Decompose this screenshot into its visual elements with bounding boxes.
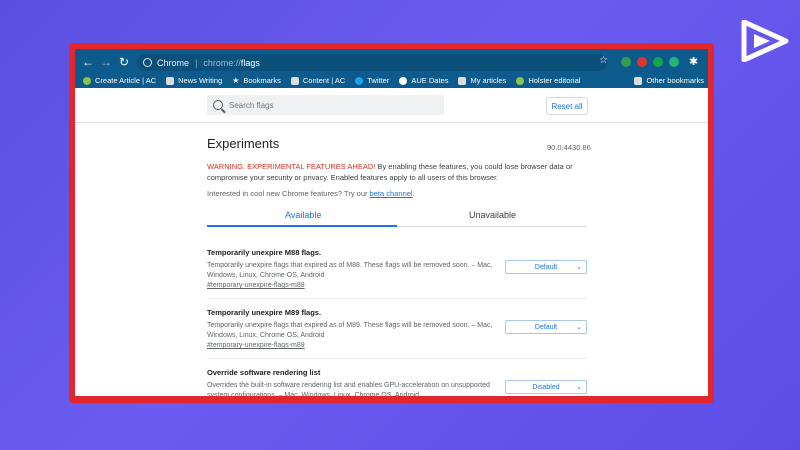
flag-state-value: Default [534,263,558,271]
bookmark-aue-dates[interactable]: AUE Dates [399,76,448,85]
omnibox-separator: | [195,57,198,68]
twitter-icon [355,76,364,85]
bookmark-news-writing[interactable]: News Writing [166,76,222,85]
reload-icon[interactable]: ↻ [117,55,131,69]
flag-state-value: Default [534,323,558,331]
flag-item: Temporarily unexpire M88 flags. Temporar… [207,248,587,289]
bookmark-holster-editorial[interactable]: Holster editorial [516,76,580,85]
interest-label: Interested in cool new Chrome features? … [207,189,370,198]
bookmark-content-ac[interactable]: Content | AC [290,76,346,85]
chrome-icon [399,76,408,85]
tab-available[interactable]: Available [285,210,321,220]
flag-anchor-link[interactable]: #temporary-unexpire-flags-m88 [207,282,587,289]
flag-title: Temporarily unexpire M89 flags. [207,308,322,317]
chevron-down-icon: ⌄ [576,264,582,271]
extensions-puzzle-icon[interactable]: ✱ [689,55,698,68]
url-path: flags [240,57,260,68]
flag-item: Override software rendering list Overrid… [207,368,587,396]
address-bar[interactable]: Chrome | chrome://flags [137,54,607,71]
search-input[interactable] [229,100,429,110]
page-title: Experiments [207,136,280,151]
extension-red-icon[interactable] [637,57,647,67]
bookmark-label: Holster editorial [528,76,581,85]
chevron-down-icon: ⌄ [576,324,582,331]
bookmark-my-articles[interactable]: My articles [458,76,506,85]
folder-icon [458,76,467,85]
extension-circle-icon[interactable] [653,57,663,67]
folder-icon [634,76,643,85]
flag-description: Temporarily unexpire flags that expired … [207,322,493,339]
menu-kebab-icon[interactable]: ⋮ [707,54,708,67]
bookmark-bookmarks[interactable]: ★ Bookmarks [232,76,281,85]
search-icon [213,100,223,110]
flag-state-select[interactable]: Default ⌄ [505,320,587,334]
site-name: Chrome [157,57,190,68]
interest-text: Interested in cool new Chrome features? … [207,189,415,198]
chrome-site-icon [143,58,152,67]
bookmark-label: Twitter [367,76,390,85]
flag-item: Temporarily unexpire M89 flags. Temporar… [207,308,587,349]
interest-end: . [412,189,415,198]
header-divider [75,122,708,123]
bookmark-star-icon[interactable]: ☆ [599,55,608,66]
bookmark-label: News Writing [178,76,223,85]
flag-description: Overrides the built-in software renderin… [207,382,490,396]
flag-anchor-link[interactable]: #temporary-unexpire-flags-m89 [207,342,587,349]
android-icon [516,76,525,85]
folder-icon [166,76,175,85]
bookmark-label: My articles [470,76,507,85]
bookmark-label: Create Article | AC [95,76,157,85]
warning-text: WARNING: EXPERIMENTAL FEATURES AHEAD! By… [207,161,587,183]
flags-page: Reset all Experiments 90.0.4430.86 WARNI… [75,88,708,396]
back-icon[interactable]: ← [81,55,95,69]
url-scheme: chrome:// [203,57,241,68]
tab-unavailable[interactable]: Unavailable [469,210,516,220]
version-label: 90.0.4430.86 [547,143,591,152]
other-bookmarks-label: Other bookmarks [646,76,704,85]
bookmark-label: Content | AC [302,76,346,85]
search-box[interactable] [207,95,444,115]
flag-description: Temporarily unexpire flags that expired … [207,262,493,279]
flag-state-select[interactable]: Disabled ⌄ [505,380,587,394]
flag-title: Temporarily unexpire M88 flags. [207,248,322,257]
extension-green-icon[interactable] [621,57,631,67]
brand-logo-icon [741,20,789,62]
chevron-down-icon: ⌄ [576,384,582,391]
bookmark-twitter[interactable]: Twitter [355,76,389,85]
flag-title: Override software rendering list [207,368,321,377]
android-icon [83,76,91,85]
active-tab-indicator [207,225,397,227]
browser-toolbar: ← → ↻ Chrome | chrome://flags ☆ ✱ ⋮ Crea… [75,49,708,88]
star-icon: ★ [232,76,240,85]
highlight-frame: ← → ↻ Chrome | chrome://flags ☆ ✱ ⋮ Crea… [69,43,714,403]
browser-window: ← → ↻ Chrome | chrome://flags ☆ ✱ ⋮ Crea… [75,49,708,396]
bookmarks-bar: Create Article | AC News Writing ★ Bookm… [75,73,708,88]
forward-icon[interactable]: → [99,55,113,69]
bookmark-label: AUE Dates [411,76,449,85]
flag-state-select[interactable]: Default ⌄ [505,260,587,274]
extension-grammarly-icon[interactable] [669,57,679,67]
tab-bar: Available Unavailable [207,205,587,227]
beta-channel-link[interactable]: beta channel [370,189,413,198]
flag-state-value: Disabled [532,383,560,391]
warning-heading: WARNING: EXPERIMENTAL FEATURES AHEAD! [207,162,376,171]
flag-divider [207,298,587,299]
other-bookmarks[interactable]: Other bookmarks [634,73,704,88]
reset-all-button[interactable]: Reset all [546,97,588,115]
folder-icon [290,76,299,85]
flag-divider [207,358,587,359]
bookmark-label: Bookmarks [243,76,281,85]
bookmark-create-article[interactable]: Create Article | AC [83,76,156,85]
